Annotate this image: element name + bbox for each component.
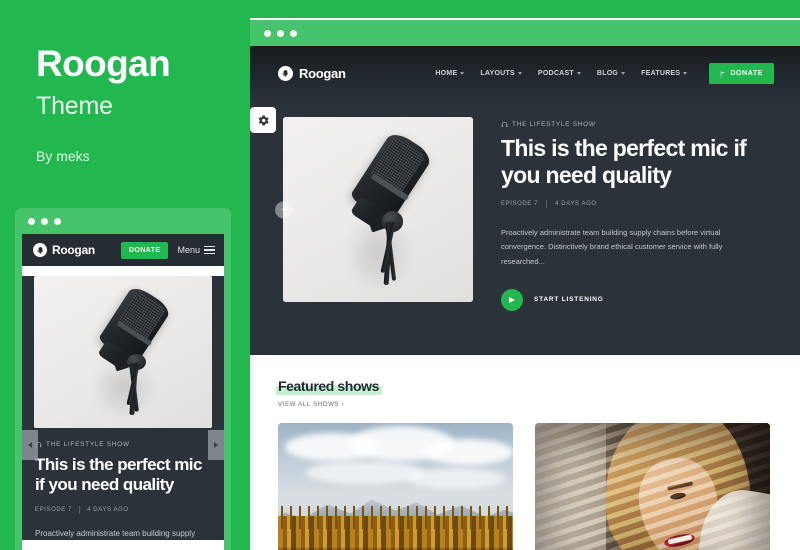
desktop-titlebar	[250, 18, 800, 46]
featured-card-portrait[interactable]	[535, 423, 770, 550]
play-icon	[501, 288, 523, 311]
donate-button[interactable]: DONATE	[709, 63, 774, 84]
hero-eyebrow: THE LIFESTYLE SHOW	[501, 121, 763, 128]
nav-item-home[interactable]: Home	[435, 70, 465, 77]
chevron-down-icon	[517, 72, 522, 75]
window-dot-minimize[interactable]	[41, 217, 48, 225]
hero-meta: EPISODE 7 4 DAYS AGO	[501, 199, 763, 208]
view-all-shows-link[interactable]: VIEW ALL SHOWS ›	[278, 402, 772, 408]
gear-icon	[257, 114, 270, 127]
chevron-down-icon	[683, 72, 688, 75]
start-listening-button[interactable]: START LISTENING	[501, 288, 763, 311]
mobile-episode-number: EPISODE 7	[35, 506, 73, 513]
nav-item-podcast[interactable]: Podcast	[538, 70, 581, 77]
mobile-hero-eyebrow: THE LIFESTYLE SHOW	[35, 441, 211, 448]
desktop-navbar: Roogan Home Layouts Podcast Blog	[250, 46, 800, 101]
desktop-browser-mockup: Roogan Home Layouts Podcast Blog	[250, 18, 800, 550]
chevron-right-icon	[214, 442, 218, 448]
mobile-hero-image-microphone	[34, 276, 212, 428]
mobile-logo-text: Roogan	[52, 243, 95, 257]
mobile-carousel-next-button[interactable]	[208, 430, 224, 460]
featured-shows-title: Featured shows	[278, 378, 379, 394]
microphone-circle-icon	[278, 66, 293, 81]
promo-byline: By meks	[36, 147, 90, 164]
nav-item-features[interactable]: Features	[641, 70, 688, 77]
hero-carousel	[275, 117, 473, 302]
site-logo-text: Roogan	[299, 66, 346, 81]
megaphone-icon	[720, 71, 726, 77]
nav-item-blog[interactable]: Blog	[597, 70, 626, 77]
chevron-left-icon	[281, 206, 286, 213]
mobile-donate-button[interactable]: DONATE	[121, 241, 169, 259]
desktop-main-menu: Home Layouts Podcast Blog Features	[435, 63, 774, 84]
mobile-carousel-prev-button[interactable]	[22, 430, 38, 460]
mobile-hero-content: THE LIFESTYLE SHOW This is the perfect m…	[22, 428, 224, 540]
window-dot-close[interactable]	[28, 217, 35, 225]
mobile-hero-eyebrow-label: THE LIFESTYLE SHOW	[46, 441, 130, 448]
mobile-titlebar	[15, 208, 231, 234]
window-dot-maximize[interactable]	[54, 217, 61, 225]
hero-episode-number: EPISODE 7	[501, 200, 539, 207]
mobile-browser-mockup: Roogan DONATE Menu THE LIFESTYLE SHOW Th…	[15, 208, 231, 550]
carousel-prev-button[interactable]	[275, 201, 292, 218]
mobile-navbar: Roogan DONATE Menu	[22, 234, 224, 266]
hamburger-icon	[204, 245, 215, 255]
featured-card-mountains[interactable]	[278, 423, 513, 550]
featured-title-wrap: Featured shows	[276, 378, 382, 396]
mobile-menu-label: Menu	[177, 245, 200, 255]
mobile-site-viewport: Roogan DONATE Menu THE LIFESTYLE SHOW Th…	[22, 234, 224, 550]
window-dot-maximize[interactable]	[290, 29, 297, 37]
hero-image-microphone	[283, 117, 473, 302]
chevron-down-icon	[621, 72, 626, 75]
desktop-hero: THE LIFESTYLE SHOW This is the perfect m…	[250, 101, 800, 355]
page-title: Roogan	[36, 43, 171, 84]
mobile-timestamp: 4 DAYS AGO	[87, 506, 129, 513]
site-logo[interactable]: Roogan	[278, 66, 346, 81]
featured-shows-section: Featured shows VIEW ALL SHOWS ›	[250, 355, 800, 550]
chevron-left-icon	[28, 442, 32, 448]
hero-eyebrow-label: THE LIFESTYLE SHOW	[512, 121, 596, 128]
donate-button-label: DONATE	[730, 70, 763, 77]
window-dot-minimize[interactable]	[277, 29, 284, 37]
chevron-down-icon	[576, 72, 581, 75]
hero-timestamp: 4 DAYS AGO	[555, 200, 597, 207]
hero-headline[interactable]: This is the perfect mic if you need qual…	[501, 135, 763, 189]
window-dot-close[interactable]	[264, 29, 271, 37]
desktop-site-viewport: Roogan Home Layouts Podcast Blog	[250, 46, 800, 550]
start-listening-label: START LISTENING	[534, 296, 604, 304]
nav-item-layouts[interactable]: Layouts	[480, 70, 522, 77]
meta-divider	[79, 505, 81, 514]
mobile-hero-headline[interactable]: This is the perfect mic if you need qual…	[35, 455, 211, 496]
microphone-circle-icon	[33, 243, 47, 257]
chevron-down-icon	[460, 72, 465, 75]
hero-content: THE LIFESTYLE SHOW This is the perfect m…	[501, 117, 763, 311]
mobile-hero: THE LIFESTYLE SHOW This is the perfect m…	[22, 276, 224, 541]
meta-divider	[546, 199, 548, 208]
mobile-hero-meta: EPISODE 7 4 DAYS AGO	[35, 505, 211, 514]
promo-subtitle: Theme	[36, 91, 113, 120]
mobile-hero-description: Proactively administrate team building s…	[35, 528, 196, 538]
headphones-icon	[501, 121, 508, 128]
hero-description: Proactively administrate team building s…	[501, 227, 723, 267]
featured-cards-grid	[278, 423, 772, 550]
mobile-menu-button[interactable]: Menu	[177, 245, 215, 255]
theme-settings-button[interactable]	[250, 107, 276, 133]
